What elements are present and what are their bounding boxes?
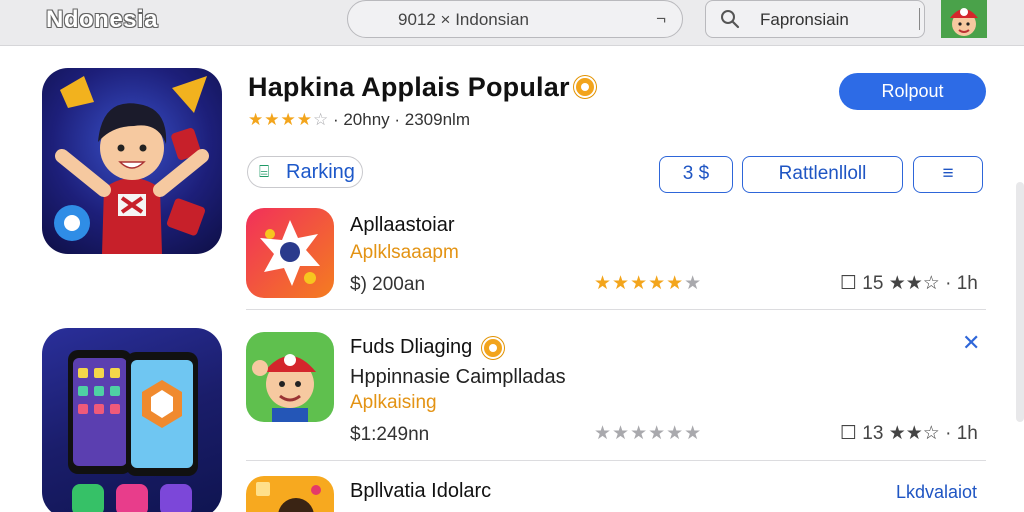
app-icon[interactable] xyxy=(246,332,334,422)
top-bar: Ndonesia 9012 × Indonsian ¬ Fapronsiain xyxy=(0,0,1024,46)
featured-title-text: Hapkina Applais Popular xyxy=(248,72,570,102)
text-caret xyxy=(919,8,920,30)
app-review-count: ☐ 15 ★★☆ · 1h xyxy=(840,273,978,294)
app-flower-icon xyxy=(246,208,334,298)
phones-illustration xyxy=(68,350,198,512)
user-avatar[interactable] xyxy=(941,0,987,38)
featured-meta: ★★★★☆ · 20hny · 2309nlm xyxy=(248,110,470,130)
featured-action-button[interactable]: Rolpout xyxy=(839,73,986,110)
app-name[interactable]: Fuds Dliaging xyxy=(350,336,504,359)
featured-title: Hapkina Applais Popular xyxy=(248,72,596,103)
search-input[interactable]: Fapronsiain xyxy=(705,0,925,38)
list-item[interactable]: Fuds Dliaging Hppinnasie Caimplladas Apl… xyxy=(246,330,986,445)
ranking-chip[interactable]: ⌸ Rarking xyxy=(247,156,363,188)
app-category: Aplkaising xyxy=(350,392,437,413)
app-price: $1:249nn xyxy=(350,424,430,445)
app-rating-stars: ★★★★★★ xyxy=(594,272,701,295)
list-item[interactable]: Apllaastoiar Aplklsaaapm $) 200an ★★★★★★… xyxy=(246,208,986,302)
scrollbar[interactable] xyxy=(1016,182,1024,422)
list-item[interactable]: Bpllvatia Idolarc Lkdvalaiot xyxy=(246,476,986,512)
search-query: Fapronsiain xyxy=(760,10,849,29)
address-text: 9012 × Indonsian xyxy=(398,10,529,29)
featured-rating-empty-star: ☆ xyxy=(312,110,329,129)
dismiss-icon[interactable]: ✕ xyxy=(962,330,980,356)
app-name[interactable]: Bpllvatia Idolarc xyxy=(350,480,491,503)
app-rating-stars: ★★★★★★ xyxy=(594,422,702,445)
app-rating-stars-empty: ★★★★★★ xyxy=(594,423,703,444)
app-category: Aplklsaaapm xyxy=(350,242,459,263)
ranking-icon: ⌸ xyxy=(259,162,270,181)
app-subtitle: Hppinnasie Caimplladas xyxy=(350,366,566,388)
app-icon[interactable] xyxy=(246,208,334,298)
search-icon xyxy=(721,10,740,29)
app-game-character-icon xyxy=(246,332,334,422)
app-cartoon-icon xyxy=(246,476,334,512)
address-bar[interactable]: 9012 × Indonsian ¬ xyxy=(347,0,683,38)
verified-badge-icon xyxy=(574,76,596,98)
filter-price-button[interactable]: 3 $ xyxy=(659,156,733,193)
app-name[interactable]: Apllaastoiar xyxy=(350,214,455,237)
featured-app-icon[interactable] xyxy=(42,68,222,254)
featured-character-illustration xyxy=(54,76,209,254)
secondary-app-icon[interactable] xyxy=(42,328,222,512)
app-icon[interactable] xyxy=(246,476,334,512)
store-brand[interactable]: Ndonesia xyxy=(46,6,158,34)
app-rating-stars-empty: ★ xyxy=(684,273,702,294)
list-view-button[interactable]: ≡ xyxy=(913,156,983,193)
verified-badge-icon xyxy=(481,336,504,359)
ranking-label: Rarking xyxy=(286,161,355,183)
slash-icon[interactable]: ¬ xyxy=(656,9,666,29)
row-divider xyxy=(246,309,986,310)
app-link[interactable]: Lkdvalaiot xyxy=(896,482,977,503)
featured-rating-stars: ★★★★ xyxy=(248,110,313,129)
app-rating-stars-filled: ★★★★★ xyxy=(594,273,685,294)
featured-meta-text: · 20hny · 2309nlm xyxy=(332,110,470,129)
app-name-text: Fuds Dliaging xyxy=(350,336,473,358)
row-divider xyxy=(246,460,986,461)
app-review-count: ☐ 13 ★★☆ · 1h xyxy=(840,423,978,444)
avatar-character-icon xyxy=(941,0,987,38)
app-price: $) 200an xyxy=(350,274,426,295)
filter-category-button[interactable]: Rattlenlloll xyxy=(742,156,903,193)
